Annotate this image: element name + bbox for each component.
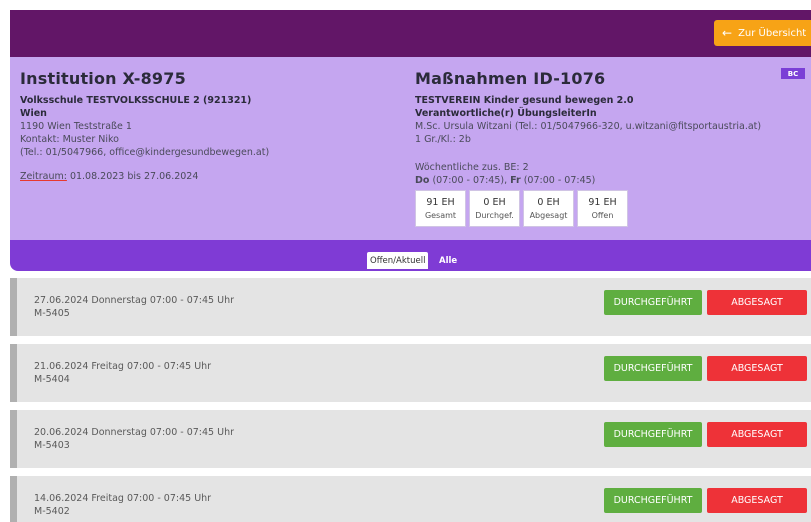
stat-label: Durchgef. [475, 211, 514, 220]
stat-value: 91 EH [588, 197, 617, 208]
tab-bar: Offen/Aktuell Alle [10, 240, 811, 271]
institution-title: Institution X-8975 [20, 69, 186, 88]
stat-abgesagt: 0 EH Abgesagt [523, 190, 574, 227]
appointment-code: M-5405 [34, 308, 70, 319]
arrow-left-icon: ← [722, 26, 733, 40]
appointment-code: M-5404 [34, 374, 70, 385]
done-button[interactable]: DURCHGEFÜHRT [604, 488, 702, 513]
stat-label: Abgesagt [529, 211, 568, 220]
done-button[interactable]: DURCHGEFÜHRT [604, 422, 702, 447]
appointment-item: 14.06.2024 Freitag 07:00 - 07:45 Uhr M-5… [10, 476, 811, 522]
appointment-code: M-5402 [34, 506, 70, 517]
stat-gesamt: 91 EH Gesamt [415, 190, 466, 227]
schedule-time-do: (07:00 - 07:45), [429, 175, 511, 186]
stat-offen: 91 EH Offen [577, 190, 628, 227]
school-phone-email: (Tel.: 01/5047966, office@kindergesundbe… [20, 147, 270, 158]
stats-row: 91 EH Gesamt 0 EH Durchgef. 0 EH Abgesag… [415, 190, 807, 227]
done-button[interactable]: DURCHGEFÜHRT [604, 290, 702, 315]
stat-label: Gesamt [424, 211, 457, 220]
school-city: Wien [20, 108, 47, 119]
appointment-date: 14.06.2024 Freitag 07:00 - 07:45 Uhr [34, 493, 212, 504]
back-to-overview-button[interactable]: ← Zur Übersicht [714, 20, 811, 46]
info-panel: Institution X-8975 Volksschule TESTVOLKS… [10, 57, 811, 240]
stat-value: 91 EH [426, 197, 455, 208]
appointment-item: 20.06.2024 Donnerstag 07:00 - 07:45 Uhr … [10, 410, 811, 468]
school-contact: Kontakt: Muster Niko [20, 134, 119, 145]
cancel-button[interactable]: ABGESAGT [707, 488, 807, 513]
appointment-date: 27.06.2024 Donnerstag 07:00 - 07:45 Uhr [34, 295, 235, 306]
school-name: Volksschule TESTVOLKSSCHULE 2 (921321) [20, 95, 252, 106]
responsible-label: Verantwortliche(r) ÜbungsleiterIn [415, 108, 597, 119]
measure-title: Maßnahmen ID-1076 [415, 69, 606, 88]
tab-offen-aktuell[interactable]: Offen/Aktuell [367, 252, 429, 269]
back-button-label: Zur Übersicht [738, 27, 807, 39]
cancel-button[interactable]: ABGESAGT [707, 356, 807, 381]
institution-section: Institution X-8975 Volksschule TESTVOLKS… [20, 69, 400, 182]
zeitraum-value: 01.08.2023 bis 27.06.2024 [66, 171, 199, 182]
stat-value: 0 EH [537, 197, 560, 208]
stat-durchgefuehrt: 0 EH Durchgef. [469, 190, 520, 227]
appointment-date: 21.06.2024 Freitag 07:00 - 07:45 Uhr [34, 361, 212, 372]
measure-name: TESTVEREIN Kinder gesund bewegen 2.0 [415, 95, 634, 106]
stat-value: 0 EH [483, 197, 506, 208]
stat-label: Offen [591, 211, 614, 220]
cancel-button[interactable]: ABGESAGT [707, 290, 807, 315]
schedule-day-fr: Fr [510, 175, 521, 186]
measure-section: Maßnahmen ID-1076 TESTVEREIN Kinder gesu… [415, 69, 807, 227]
bc-badge: BC [781, 68, 805, 79]
zeitraum: Zeitraum: 01.08.2023 bis 27.06.2024 [20, 171, 400, 182]
schedule-time-fr: (07:00 - 07:45) [520, 175, 596, 186]
schedule-day-do: Do [415, 175, 430, 186]
groups: 1 Gr./Kl.: 2b [415, 134, 471, 145]
zeitraum-label: Zeitraum: [20, 171, 67, 182]
appointment-date: 20.06.2024 Donnerstag 07:00 - 07:45 Uhr [34, 427, 235, 438]
top-bar: ← Zur Übersicht [10, 10, 811, 57]
appointment-item: 21.06.2024 Freitag 07:00 - 07:45 Uhr M-5… [10, 344, 811, 402]
school-address: 1190 Wien Teststraße 1 [20, 121, 132, 132]
appointment-code: M-5403 [34, 440, 70, 451]
weekly-sessions: Wöchentliche zus. BE: 2 [415, 162, 529, 173]
appointment-list: 27.06.2024 Donnerstag 07:00 - 07:45 Uhr … [10, 278, 811, 522]
responsible-value: M.Sc. Ursula Witzani (Tel.: 01/5047966-3… [415, 121, 762, 132]
tab-alle[interactable]: Alle [436, 252, 460, 269]
done-button[interactable]: DURCHGEFÜHRT [604, 356, 702, 381]
appointment-item: 27.06.2024 Donnerstag 07:00 - 07:45 Uhr … [10, 278, 811, 336]
schedule: Do (07:00 - 07:45), Fr (07:00 - 07:45) [415, 174, 807, 187]
cancel-button[interactable]: ABGESAGT [707, 422, 807, 447]
